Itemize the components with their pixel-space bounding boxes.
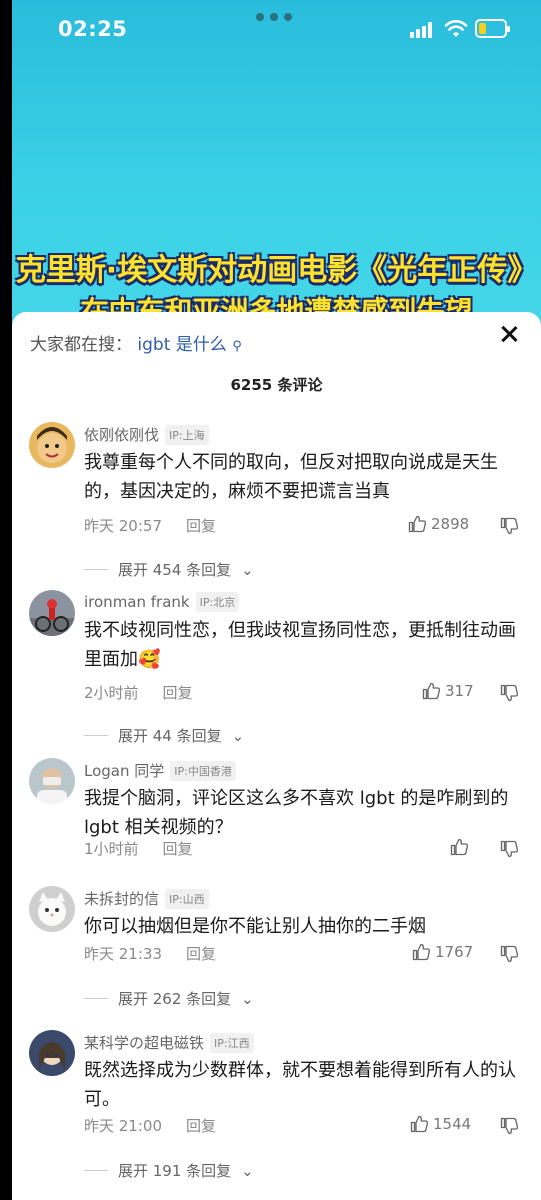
status-time: 02:25 bbox=[58, 17, 128, 41]
avatar[interactable] bbox=[29, 422, 75, 468]
video-headline: 克里斯·埃文斯对动画电影《光年正传》 bbox=[15, 253, 538, 288]
like-count: 2898 bbox=[431, 515, 470, 533]
chevron-down-icon: ⌄ bbox=[241, 989, 254, 1008]
comment-text: 我尊重每个人不同的取向，但反对把取向说成是天生的，基因决定的，麻烦不要把谎言当真 bbox=[84, 452, 498, 502]
comment-text: 既然选择成为少数群体，就不要想着能得到所有人的认可。 bbox=[84, 1060, 516, 1110]
comment-count: 6255 条评论 bbox=[230, 376, 323, 394]
comment-text: 我提个脑洞，评论区这么多不喜欢 lgbt 的是咋刷到的 lgbt 相关视频的？ bbox=[84, 788, 509, 838]
comment-meta: 昨天 21:00 回复 bbox=[84, 1115, 216, 1136]
close-icon[interactable] bbox=[498, 324, 520, 346]
ip-badge: IP:江西 bbox=[210, 1032, 254, 1053]
phone-frame: 02:25 克里斯·埃文斯对动画电影《光年正传》 在中东和亚洲多地遭禁感到失望 bbox=[0, 0, 541, 1200]
expand-replies-label: 展开 44 条回复 bbox=[118, 727, 222, 745]
battery-fill bbox=[479, 23, 486, 34]
chevron-down-icon: ⌄ bbox=[241, 1161, 254, 1180]
comment-meta: 昨天 20:57 回复 bbox=[84, 515, 216, 536]
battery-icon bbox=[475, 19, 510, 38]
comment-author[interactable]: 依刚依刚伐 bbox=[84, 424, 159, 445]
thumbs-up-icon bbox=[422, 682, 440, 700]
reply-button[interactable]: 回复 bbox=[163, 682, 193, 703]
avatar[interactable] bbox=[29, 758, 75, 804]
comment-sheet: 大家都在搜： igbt 是什么 ⚲ 6255 条评论 依刚依刚伐 IP:上海 我… bbox=[12, 312, 541, 1200]
like-button[interactable]: 1767 bbox=[412, 943, 473, 961]
like-button[interactable]: 317 bbox=[422, 682, 474, 700]
comment-author[interactable]: Logan 同学 bbox=[84, 760, 164, 781]
thumbs-down-icon[interactable] bbox=[500, 945, 518, 963]
thumbs-down-icon[interactable] bbox=[500, 684, 518, 702]
ip-badge: IP:北京 bbox=[195, 592, 240, 612]
comment-time: 昨天 20:57 bbox=[84, 517, 162, 535]
expand-replies[interactable]: 展开 44 条回复 ⌄ bbox=[84, 725, 244, 746]
thumbs-up-icon bbox=[450, 838, 468, 856]
ip-badge: IP:中国香港 bbox=[170, 760, 236, 781]
thumbs-down-icon[interactable] bbox=[500, 1117, 518, 1135]
reply-button[interactable]: 回复 bbox=[186, 1115, 216, 1136]
comment-author[interactable]: 未拆封的信 bbox=[84, 888, 159, 909]
comment-meta: 昨天 21:33 回复 bbox=[84, 943, 216, 964]
like-count: 1767 bbox=[435, 943, 474, 961]
expand-replies[interactable]: 展开 191 条回复 ⌄ bbox=[84, 1160, 254, 1181]
signal-icon bbox=[410, 22, 436, 38]
comment-meta: 2小时前 回复 bbox=[84, 682, 193, 703]
more-dots-icon[interactable] bbox=[256, 13, 292, 21]
screen: 02:25 克里斯·埃文斯对动画电影《光年正传》 在中东和亚洲多地遭禁感到失望 bbox=[12, 0, 541, 1200]
ip-badge: IP:山西 bbox=[165, 888, 209, 909]
thumbs-down-icon[interactable] bbox=[500, 840, 518, 858]
like-count: 1544 bbox=[433, 1115, 472, 1133]
search-suggestion[interactable]: 大家都在搜： igbt 是什么 ⚲ bbox=[30, 330, 242, 355]
expand-replies[interactable]: 展开 454 条回复 ⌄ bbox=[84, 559, 254, 580]
thumbs-down-icon[interactable] bbox=[500, 517, 518, 535]
comment-text: 我不歧视同性恋，但我歧视宣扬同性恋，更抵制往动画里面加🥰 bbox=[84, 620, 516, 670]
avatar[interactable] bbox=[29, 1030, 75, 1076]
reply-button[interactable]: 回复 bbox=[163, 838, 193, 859]
avatar[interactable] bbox=[29, 886, 75, 932]
search-keyword[interactable]: igbt 是什么 bbox=[137, 335, 226, 355]
comment-meta: 1小时前 回复 bbox=[84, 838, 193, 859]
like-button[interactable]: 2898 bbox=[408, 515, 469, 533]
status-bar: 02:25 bbox=[12, 0, 541, 62]
chevron-down-icon: ⌄ bbox=[241, 560, 254, 579]
thumbs-up-icon bbox=[412, 943, 430, 961]
search-icon: ⚲ bbox=[232, 339, 242, 354]
like-button[interactable] bbox=[450, 838, 473, 856]
thumbs-up-icon bbox=[408, 515, 426, 533]
like-button[interactable]: 1544 bbox=[410, 1115, 471, 1133]
comment-time: 昨天 21:00 bbox=[84, 1117, 162, 1135]
comment-author[interactable]: ironman frank bbox=[84, 593, 190, 611]
comment-author[interactable]: 某科学の超电磁铁 bbox=[84, 1032, 204, 1053]
thumbs-up-icon bbox=[410, 1115, 428, 1133]
avatar[interactable] bbox=[29, 590, 75, 636]
chevron-down-icon: ⌄ bbox=[231, 726, 245, 745]
reply-button[interactable]: 回复 bbox=[186, 515, 216, 536]
comment-time: 2小时前 bbox=[84, 684, 139, 702]
comment-text: 你可以抽烟但是你不能让别人抽你的二手烟 bbox=[84, 916, 426, 937]
ip-badge: IP:上海 bbox=[165, 424, 209, 445]
comment-time: 昨天 21:33 bbox=[84, 945, 162, 963]
wifi-icon bbox=[444, 20, 468, 37]
video-player[interactable]: 02:25 克里斯·埃文斯对动画电影《光年正传》 在中东和亚洲多地遭禁感到失望 bbox=[12, 0, 541, 330]
reply-button[interactable]: 回复 bbox=[186, 943, 216, 964]
expand-replies-label: 展开 191 条回复 bbox=[118, 1162, 232, 1180]
search-prefix: 大家都在搜： bbox=[30, 335, 132, 355]
expand-replies-label: 展开 262 条回复 bbox=[118, 990, 232, 1008]
expand-replies-label: 展开 454 条回复 bbox=[118, 561, 232, 579]
expand-replies[interactable]: 展开 262 条回复 ⌄ bbox=[84, 988, 254, 1009]
comment-time: 1小时前 bbox=[84, 840, 139, 858]
like-count: 317 bbox=[445, 682, 474, 700]
